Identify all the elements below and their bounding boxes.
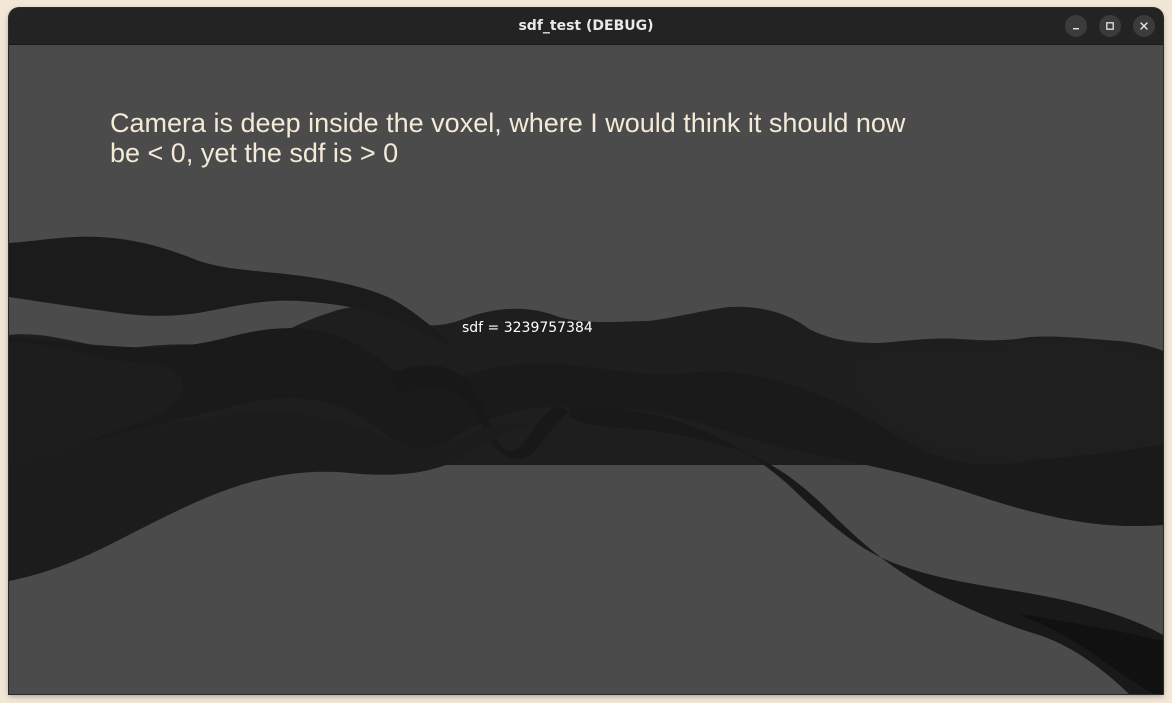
caption-text: Camera is deep inside the voxel, where I… xyxy=(110,108,906,168)
window-title: sdf_test (DEBUG) xyxy=(518,18,654,34)
title-bar[interactable]: sdf_test (DEBUG) xyxy=(9,8,1163,45)
close-button[interactable] xyxy=(1133,15,1155,37)
minimize-button[interactable] xyxy=(1065,15,1087,37)
sdf-readout: sdf = 3239757384 xyxy=(462,320,593,336)
app-window: sdf_test (DEBUG) Camera is deep inside t… xyxy=(9,8,1163,694)
minimize-icon xyxy=(1071,21,1081,31)
maximize-button[interactable] xyxy=(1099,15,1121,37)
close-icon xyxy=(1139,21,1149,31)
maximize-icon xyxy=(1105,21,1115,31)
render-viewport[interactable]: Camera is deep inside the voxel, where I… xyxy=(9,45,1163,694)
